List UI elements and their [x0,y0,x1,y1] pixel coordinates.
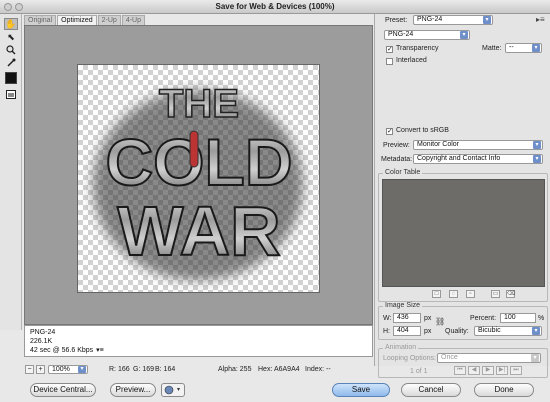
artwork-text-war: WAR [117,192,280,270]
cold-war-artwork: THE COLD WAR [93,81,303,280]
looping-value: Once [441,354,458,361]
width-label: W: [383,315,392,322]
transparency-checkbox[interactable]: ✓ [386,46,393,53]
tab-original[interactable]: Original [24,15,57,25]
percent-input[interactable]: 100 [500,313,536,323]
metadata-select[interactable]: Copyright and Contact Info ▾ [413,154,543,164]
thermometer-detail [189,130,199,168]
device-central-button[interactable]: Device Central... [30,383,96,397]
frame-counter: 1 of 1 [410,368,428,375]
hand-tool-icon[interactable]: ✋ [4,18,18,30]
play-icon[interactable]: ▶ [482,366,494,375]
zoom-tool-icon[interactable] [4,44,18,56]
status-red: R: 166 [109,366,130,373]
slice-select-tool-icon[interactable]: ⬉ [4,31,18,43]
preset-value: PNG-24 [417,16,443,23]
convert-srgb-checkbox[interactable]: ✓ [386,128,393,135]
eyedropper-tool-icon[interactable] [4,57,18,69]
color-table-title: Color Table [383,169,423,176]
browser-preview-menu[interactable] [161,383,185,397]
title-bar: Save for Web & Devices (100%) [0,0,550,14]
convert-srgb-label: Convert to sRGB [396,127,449,134]
artwork-text-the: THE [159,82,239,126]
transparency-label: Transparency [396,45,439,52]
metadata-label: Metadata: [381,156,413,163]
done-button[interactable]: Done [474,383,534,397]
width-input[interactable]: 436 [393,313,421,323]
last-frame-icon[interactable]: ⏭ [510,366,522,375]
delete-color-icon[interactable]: ⌫ [506,290,515,298]
status-hex: Hex: A6A9A4 [258,366,300,373]
previous-frame-icon[interactable]: ◀ [468,366,480,375]
lock-color-icon[interactable]: ▫ [466,290,475,298]
info-download-time: 42 sec @ 56.6 Kbps [30,347,94,354]
zoom-level-value: 100% [52,366,70,373]
quality-select[interactable]: Bicubic ▾ [474,326,542,336]
file-format-value: PNG-24 [388,31,414,38]
height-label: H: [383,328,390,335]
view-tabs: Original Optimized 2-Up 4-Up [24,15,146,25]
next-frame-icon[interactable]: ▶| [496,366,508,375]
window-title: Save for Web & Devices (100%) [215,2,335,11]
metadata-value: Copyright and Contact Info [417,155,501,162]
status-alpha: Alpha: 255 [218,366,252,373]
file-format-select[interactable]: PNG-24 ▾ [384,30,470,40]
optimize-menu-icon[interactable]: ▸≡ [536,15,545,24]
first-frame-icon[interactable]: ⏮ [454,366,466,375]
cancel-button[interactable]: Cancel [401,383,461,397]
matte-value: -- [509,44,514,51]
image-size-title: Image Size [383,302,423,309]
artwork-text-cold: COLD [106,125,293,199]
matte-label: Matte: [482,45,502,52]
info-format: PNG-24 [30,329,56,336]
matte-select[interactable]: -- ▾ [505,43,542,53]
animation-title: Animation [383,344,419,351]
percent-label: Percent: [470,315,497,322]
info-file-size: 226.1K [30,338,53,345]
tab-2-up[interactable]: 2-Up [97,15,121,25]
interlaced-checkbox[interactable] [386,58,393,65]
percent-unit: % [538,315,545,322]
tab-optimized[interactable]: Optimized [57,15,97,25]
preview-label: Preview: [383,142,410,149]
looping-options-label: Looping Options: [383,355,436,362]
status-bar: − + 100% ▾ R: 166 G: 169 B: 164 Alpha: 25… [22,365,374,375]
status-index: Index: -- [305,366,331,373]
preset-select[interactable]: PNG-24 ▾ [413,15,493,25]
shift-web-palette-icon[interactable]: ◌ [449,290,458,298]
status-green: G: 169 [133,366,155,373]
preview-value: Monitor Color [417,141,460,148]
color-table[interactable] [382,179,545,287]
quality-label: Quality: [445,328,469,335]
height-unit: px [424,328,432,335]
map-color-transparent-icon[interactable]: □ [432,290,441,298]
eyedropper-color-swatch[interactable] [5,72,17,84]
info-menu-icon[interactable]: ▾≡ [96,346,104,355]
status-blue: B: 164 [155,366,176,373]
preview-select[interactable]: Monitor Color ▾ [413,140,543,150]
height-input[interactable]: 404 [393,326,421,336]
globe-icon [164,385,180,395]
zoom-level-select[interactable]: 100% ▾ [48,365,88,374]
width-unit: px [424,315,432,322]
interlaced-label: Interlaced [396,57,427,64]
new-color-icon[interactable]: ▭ [491,290,500,298]
toggle-slice-visibility-icon[interactable] [4,88,18,100]
zoom-in-button[interactable]: + [36,365,45,374]
preview-button[interactable]: Preview... [110,383,156,397]
preset-label: Preset: [385,17,408,24]
quality-value: Bicubic [478,327,501,334]
tab-4-up[interactable]: 4-Up [121,15,146,25]
looping-options-select[interactable]: Once ▾ [437,353,541,363]
constrain-proportions-link-icon[interactable]: ⛓ [435,317,445,326]
save-button[interactable]: Save [332,383,390,397]
tool-palette: ✋ ⬉ [0,14,22,330]
zoom-out-button[interactable]: − [25,365,34,374]
optimization-info: PNG-24 226.1K 42 sec @ 56.6 Kbps ▾≡ [24,325,373,357]
